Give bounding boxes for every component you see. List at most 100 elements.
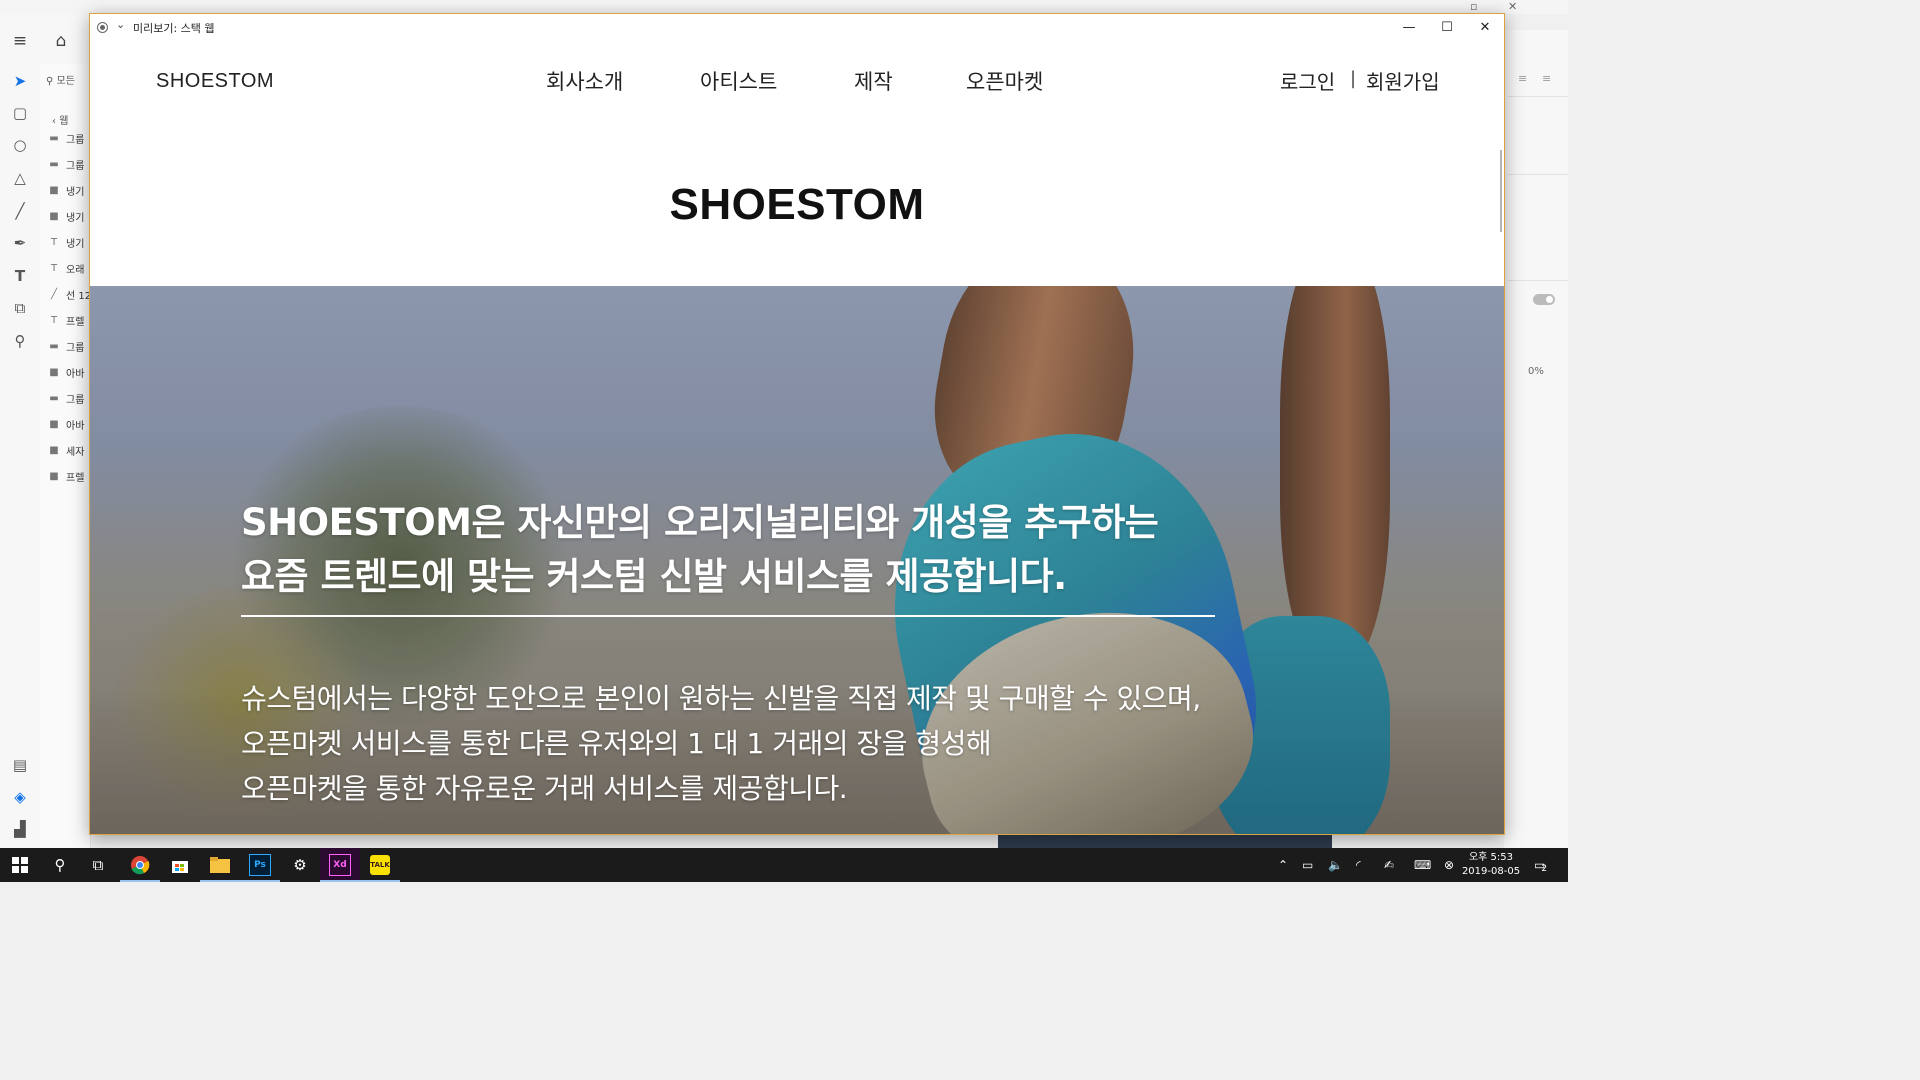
preview-scrollbar[interactable] [1500, 150, 1502, 232]
minimize-button[interactable]: — [1390, 14, 1428, 40]
record-icon[interactable] [97, 22, 108, 33]
xd-restore-icon[interactable]: ▫ [1470, 0, 1477, 13]
rectangle-icon: ■ [49, 366, 59, 378]
hamburger-menu-icon[interactable]: ≡ [9, 30, 31, 52]
layers-back[interactable]: ‹ 웹 [52, 112, 68, 127]
hero-headline: SHOESTOM은 자신만의 오리지널리티와 개성을 추구하는 요즘 트렌드에 … [241, 496, 1241, 604]
layer-label: 냉기 [66, 238, 85, 250]
ellipse-tool-icon[interactable]: ○ [9, 134, 31, 156]
line-tool-icon[interactable]: ╱ [9, 200, 31, 222]
login-link[interactable]: 로그인 [1280, 66, 1335, 95]
pen-ink-icon[interactable]: ✍ [1384, 848, 1394, 882]
file-explorer-icon[interactable] [200, 848, 240, 882]
layer-label: 아바 [66, 368, 85, 380]
xd-close-icon[interactable]: ✕ [1508, 0, 1517, 13]
windows-start-icon[interactable] [0, 848, 40, 882]
hero-description-line: 오픈마켓 서비스를 통한 다른 유저와의 1 대 1 거래의 장을 형성해 [241, 727, 992, 760]
rectangle-icon: ■ [49, 184, 59, 196]
layer-item[interactable]: ■ 냉기 [48, 206, 84, 226]
nav-about[interactable]: 회사소개 [546, 66, 623, 96]
rectangle-tool-icon[interactable]: ▢ [9, 102, 31, 124]
clock-date: 2019-08-05 [1461, 866, 1521, 877]
signup-link[interactable]: 회원가입 [1366, 66, 1440, 95]
hero-description-line: 슈스텀에서는 다양한 도안으로 본인이 원하는 신발을 직접 제작 및 구매할 … [241, 682, 1201, 715]
layer-label: 프렐 [66, 472, 85, 484]
layer-item[interactable]: T 프렐 [48, 310, 84, 330]
kakaotalk-label: TALK [370, 855, 390, 875]
search-icon: ⚲ [46, 76, 54, 87]
text-icon: T [50, 262, 58, 274]
home-icon[interactable]: ⌂ [50, 30, 72, 52]
store-icon[interactable] [160, 848, 200, 882]
layer-item[interactable]: T 오래 [48, 258, 84, 278]
folder-icon: ▬ [49, 392, 59, 404]
nav-artists[interactable]: 아티스트 [700, 66, 777, 96]
kakaotalk-icon[interactable]: TALK [360, 848, 400, 882]
show-hidden-icons-chevron-up-icon[interactable]: ⌃ [1278, 848, 1288, 882]
opacity-value[interactable]: 0% [1528, 366, 1544, 377]
layers-search[interactable]: ⚲ 모든 [46, 72, 75, 87]
close-button[interactable]: ✕ [1466, 14, 1504, 40]
action-center-icon[interactable]: ▭ 2 [1534, 848, 1547, 882]
assets-panel-icon[interactable]: ▤ [9, 754, 31, 776]
battery-icon[interactable]: ▭ [1302, 848, 1313, 882]
adobe-xd-label: Xd [329, 854, 351, 876]
layer-item[interactable]: ╱ 선 12 [48, 284, 90, 304]
polygon-tool-icon[interactable]: △ [9, 167, 31, 189]
adobe-xd-icon[interactable]: Xd [320, 848, 360, 882]
zoom-tool-icon[interactable]: ⚲ [9, 330, 31, 352]
canvas-artboard-peek [998, 834, 1332, 848]
task-view-icon[interactable]: ⧉ [78, 848, 118, 882]
maximize-button[interactable]: ☐ [1428, 14, 1466, 40]
panel-divider [1508, 174, 1568, 175]
layer-item[interactable]: ■ 세자 [48, 440, 84, 460]
layer-label: 그룹 [66, 394, 85, 406]
keyboard-icon[interactable]: ⌨ [1414, 848, 1431, 882]
hero-headline-line: 요즘 트렌드에 맞는 커스텀 신발 서비스를 제공합니다. [241, 555, 1067, 598]
nav-open-market[interactable]: 오픈마켓 [966, 66, 1043, 96]
nav-production[interactable]: 제작 [854, 66, 893, 96]
pen-tool-icon[interactable]: ✒ [9, 232, 31, 254]
layer-label: 그룹 [66, 342, 85, 354]
layer-label: 그룹 [66, 160, 85, 172]
layer-item[interactable]: ▬ 그룹 [48, 388, 84, 408]
responsive-resize-toggle[interactable] [1533, 294, 1555, 305]
taskbar-clock[interactable]: 오후 5:53 2019-08-05 [1456, 851, 1526, 879]
text-tool-icon[interactable]: T [9, 265, 31, 287]
layer-item[interactable]: ▬ 그룹 [48, 128, 84, 148]
hero-description-line: 오픈마켓을 통한 자유로운 거래 서비스를 제공합니다. [241, 772, 848, 805]
wifi-icon[interactable]: ◜ [1356, 848, 1361, 882]
select-tool-icon[interactable]: ➤ [9, 70, 31, 92]
xd-tools-toolbar: ➤ ▢ ○ △ ╱ ✒ T ⧉ ⚲ ▤ ◈ ▟ [0, 64, 41, 848]
align-icon[interactable]: ≡ [1542, 72, 1551, 85]
photoshop-icon[interactable]: Ps [240, 848, 280, 882]
chrome-icon[interactable] [120, 848, 160, 882]
layer-label: 프렐 [66, 316, 85, 328]
settings-icon[interactable]: ⚙ [280, 848, 320, 882]
folder-icon: ▬ [49, 132, 59, 144]
volume-icon[interactable]: 🔈 [1328, 848, 1343, 882]
layer-item[interactable]: ▬ 그룹 [48, 154, 84, 174]
brand-title: SHOESTOM [669, 180, 925, 229]
site-logo[interactable]: SHOESTOM [156, 70, 274, 93]
plugins-panel-icon[interactable]: ▟ [9, 818, 31, 840]
layer-item[interactable]: ■ 아바 [48, 414, 84, 434]
rectangle-icon: ■ [49, 470, 59, 482]
text-icon: T [50, 314, 58, 326]
artboard-tool-icon[interactable]: ⧉ [9, 297, 31, 319]
input-indicator-icon[interactable]: ⊗ [1444, 848, 1454, 882]
layers-panel-icon[interactable]: ◈ [9, 786, 31, 808]
layer-item[interactable]: T 냉기 [48, 232, 84, 252]
layer-item[interactable]: ■ 냉기 [48, 180, 84, 200]
layer-item[interactable]: ■ 아바 [48, 362, 84, 382]
search-icon[interactable]: ⚲ [40, 848, 80, 882]
layer-item[interactable]: ■ 프렐 [48, 466, 84, 486]
xd-title-strip: ▫ ✕ [0, 0, 1568, 14]
hero-section: SHOESTOM은 자신만의 오리지널리티와 개성을 추구하는 요즘 트렌드에 … [90, 286, 1504, 834]
chevron-down-icon[interactable]: ⌄ [116, 18, 125, 31]
layer-item[interactable]: ▬ 그룹 [48, 336, 84, 356]
text-icon: T [50, 236, 58, 248]
rectangle-icon: ■ [49, 444, 59, 456]
align-icon[interactable]: ≡ [1518, 72, 1527, 85]
layers-back-label: 웹 [59, 116, 69, 127]
